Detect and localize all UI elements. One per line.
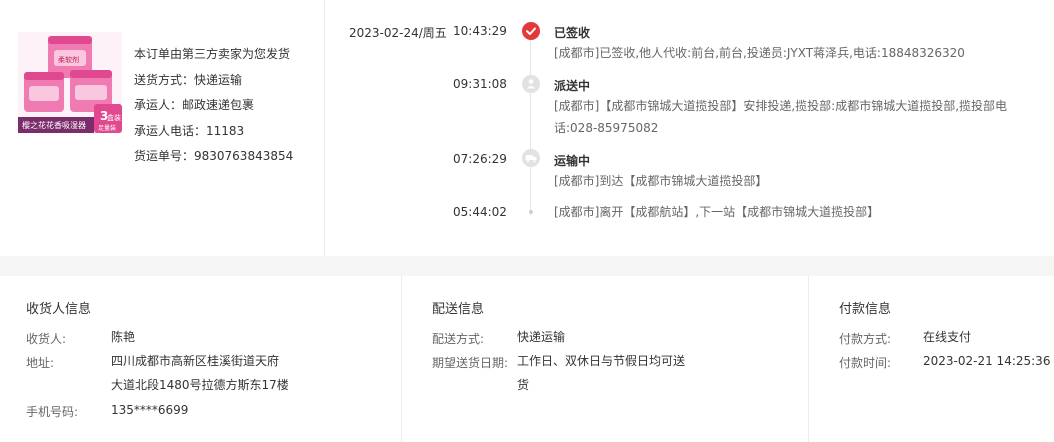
dot-icon (529, 210, 533, 214)
delivery-date-label: 期望送货日期: (432, 356, 509, 370)
carrier-phone: 承运人电话：11183 (134, 123, 245, 138)
product-badge-sub: 足量装 (98, 124, 116, 132)
product-banner-text: 樱之花花香吸湿器 (22, 120, 86, 130)
section-divider (0, 256, 1054, 276)
tracking-number: 货运单号：9830763843854 (134, 149, 294, 163)
payment-time: 2023-02-21 14:25:36 (923, 354, 1051, 368)
tracking-timeline: 2023-02-24/周五 10:43:29 已签收 [成都市]已签收,他人代收… (325, 0, 1054, 256)
product-brand-text: 柔软剂 (58, 55, 79, 64)
timeline-date: 2023-02-24/周五 (349, 26, 447, 40)
receiver-name: 陈艳 (111, 330, 136, 344)
delivery-method-label: 配送方式: (432, 332, 485, 346)
delivery-date-line-1: 工作日、双休日与节假日均可送 (517, 354, 686, 368)
address-line-2: 大道北段1480号拉德方斯东17楼 (111, 378, 289, 392)
phone-label: 手机号码: (26, 405, 79, 419)
payment-method: 在线支付 (923, 330, 972, 344)
payment-info: 付款信息 付款方式: 在线支付 付款时间: 2023-02-21 14:25:3… (809, 276, 1054, 442)
receiver-phone: 135****6699 (111, 403, 189, 417)
receiver-info: 收货人信息 收货人: 陈艳 地址: 四川成都市高新区桂溪街道天府 大道北段148… (0, 276, 402, 442)
delivery-method: 快递运输 (517, 330, 566, 344)
payment-method-label: 付款方式: (839, 332, 892, 346)
check-icon (522, 22, 540, 40)
shipping-info: 本订单由第三方卖家为您发货 送货方式：快递运输 承运人：邮政速递包裹 承运人电话… (134, 42, 293, 170)
product-image[interactable]: 樱之花花香吸湿器 3 盒装 足量装 柔软剂 (18, 32, 122, 133)
timeline-detail: [成都市]已签收,他人代收:前台,前台,投递员:JYXT蒋泽兵,电话:18848… (554, 46, 965, 60)
delivery-date-line-2: 货 (517, 378, 530, 392)
timeline-time: 10:43:29 (453, 24, 507, 38)
timeline-time: 05:44:02 (453, 205, 507, 219)
order-details: 收货人信息 收货人: 陈艳 地址: 四川成都市高新区桂溪街道天府 大道北段148… (0, 276, 1054, 442)
order-info-panel: 樱之花花香吸湿器 3 盒装 足量装 柔软剂 本订单由第三方卖家为您发货 送货方式… (0, 0, 325, 256)
timeline-time: 07:26:29 (453, 152, 507, 166)
payment-time-label: 付款时间: (839, 356, 892, 370)
product-badge-text: 盒装 (107, 113, 121, 122)
delivery-title: 配送信息 (432, 302, 485, 317)
timeline-status: 已签收 (554, 26, 591, 40)
payment-title: 付款信息 (839, 302, 892, 317)
timeline-detail: [成都市]到达【成都市锦城大道揽投部】 (554, 174, 768, 188)
truck-icon (522, 149, 540, 167)
shipping-method: 送货方式：快递运输 (134, 72, 243, 87)
delivery-person-icon (522, 75, 540, 93)
receiver-name-label: 收货人: (26, 332, 67, 346)
timeline-status: 派送中 (554, 79, 591, 93)
timeline-detail: [成都市]离开【成都航站】,下一站【成都市锦城大道揽投部】 (554, 205, 880, 219)
carrier: 承运人：邮政速递包裹 (134, 98, 255, 112)
seller-note: 本订单由第三方卖家为您发货 (134, 47, 291, 61)
timeline-detail: [成都市]【成都市锦城大道揽投部】安排投递,揽投部:成都市锦城大道揽投部,揽投部… (554, 99, 1008, 135)
delivery-info: 配送信息 配送方式: 快递运输 期望送货日期: 工作日、双休日与节假日均可送 货 (402, 276, 809, 442)
timeline-status: 运输中 (554, 154, 591, 168)
address-line-1: 四川成都市高新区桂溪街道天府 (111, 354, 280, 368)
receiver-title: 收货人信息 (26, 302, 92, 317)
timeline-line (530, 40, 531, 215)
timeline-time: 09:31:08 (453, 77, 507, 91)
logistics-section: 樱之花花香吸湿器 3 盒装 足量装 柔软剂 本订单由第三方卖家为您发货 送货方式… (0, 0, 1054, 256)
address-label: 地址: (26, 356, 55, 370)
